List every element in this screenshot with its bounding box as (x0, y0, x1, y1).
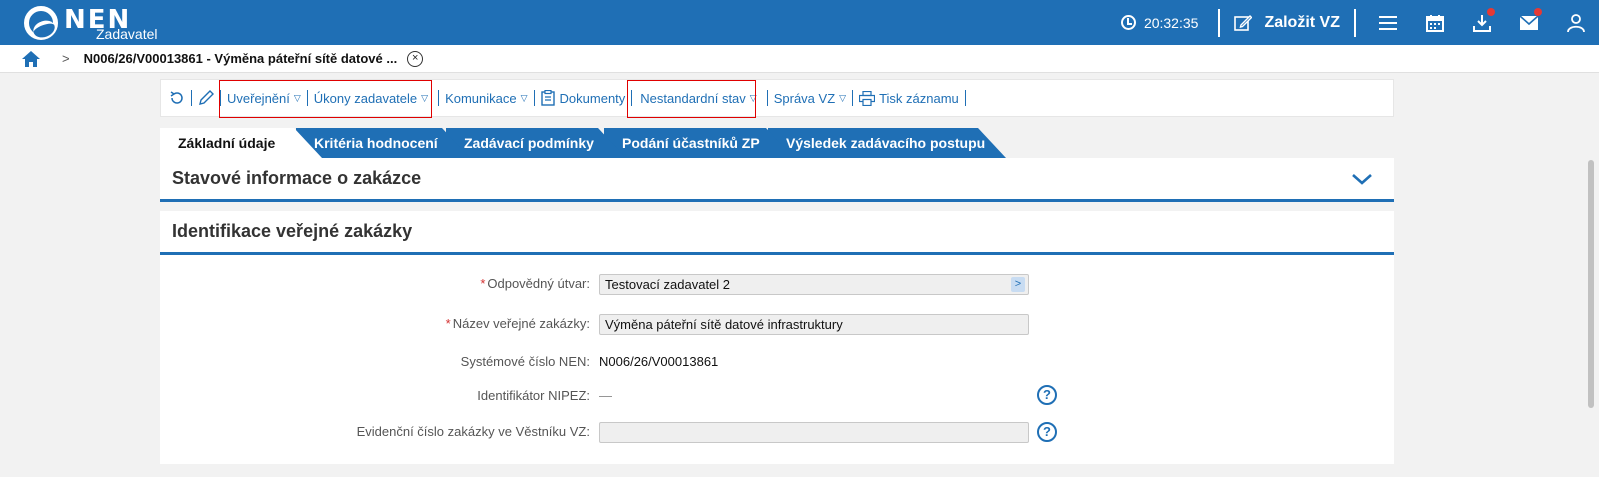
nipez-value: — (599, 388, 612, 403)
tab-basic-data[interactable]: Základní údaje (160, 128, 322, 158)
divider (1354, 8, 1356, 37)
breadcrumb: > N006/26/V00013861 - Výměna páteřní sít… (0, 45, 1599, 73)
vz-management-menu[interactable]: Správa VZ ▽ (768, 80, 852, 116)
section-title: Stavové informace o zakázce (172, 168, 422, 188)
field-value: Testovací zadavatel 2 (605, 277, 731, 292)
chevron-right-icon: > (62, 51, 70, 66)
required-mark: * (445, 316, 451, 331)
label-text: Odpovědný útvar: (487, 276, 590, 291)
pencil-icon (199, 90, 214, 105)
journal-number-label: Evidenční číslo zakázky ve Věstníku VZ: (356, 424, 590, 439)
tab-contract-details[interactable]: Výsledek zadávacího postupu (768, 128, 1006, 158)
help-icon[interactable]: ? (1037, 422, 1057, 442)
highlight-box (627, 80, 756, 118)
section-title: Identifikace veřejné zakázky (172, 221, 413, 241)
print-record-label: Tisk záznamu (879, 90, 959, 106)
user-icon[interactable] (1552, 0, 1599, 45)
tab-criteria[interactable]: Kritéria hodnocení (296, 128, 470, 158)
tab-bids[interactable]: Podání účastníků ZP (604, 128, 794, 158)
logo-icon (24, 6, 58, 40)
print-record-button[interactable]: Tisk záznamu (853, 80, 965, 116)
edit-icon (1234, 14, 1253, 31)
vz-management-label: Správa VZ (773, 90, 836, 106)
nipez-label: Identifikátor NIPEZ: (477, 388, 590, 403)
edit-button[interactable] (192, 80, 220, 116)
action-toolbar: Uveřejnění ▽ Úkony zadavatele ▽ Komunikace… (160, 79, 1394, 118)
refresh-icon (170, 91, 183, 104)
breadcrumb-title[interactable]: N006/26/V00013861 - Výměna páteřní sítě … (84, 51, 398, 66)
create-contract-label: Založit VZ (1264, 13, 1340, 31)
scrollbar[interactable] (1588, 160, 1594, 408)
notification-dot (1534, 8, 1542, 16)
calendar-icon[interactable] (1411, 0, 1458, 45)
contract-name-field[interactable]: Výměna páteřní sítě datové infrastruktur… (599, 314, 1029, 335)
chevron-down-icon[interactable] (1352, 169, 1372, 189)
tab-label: Podání účastníků ZP (622, 135, 760, 151)
journal-number-field[interactable] (599, 422, 1029, 443)
identification-panel: Identifikace veřejné zakázky (160, 211, 1394, 255)
create-contract-button[interactable]: Založit VZ (1228, 14, 1346, 32)
tab-conditions[interactable]: Zadávací podmínky (446, 128, 626, 158)
communication-label: Komunikace (445, 90, 517, 106)
status-info-heading: Stavové informace o zakázce (160, 158, 1394, 202)
identification-heading: Identifikace veřejné zakázky (160, 211, 1394, 255)
system-number-row: Systémové číslo NEN: N006/26/V00013861 (160, 346, 1394, 376)
documents-button[interactable]: Dokumenty (535, 80, 632, 116)
journal-number-row: Evidenční číslo zakázky ve Věstníku VZ: … (160, 422, 1394, 452)
mail-icon[interactable] (1505, 0, 1552, 45)
tab-label: Kritéria hodnocení (314, 135, 438, 151)
label-text: Název veřejné zakázky: (452, 316, 590, 331)
nipez-row: Identifikátor NIPEZ: — ? (160, 380, 1394, 410)
tab-label: Základní údaje (178, 135, 276, 151)
divider (1218, 8, 1221, 37)
help-icon[interactable]: ? (1037, 385, 1057, 405)
session-time: 20:32:35 (1143, 14, 1199, 31)
tab-label: Zadávací podmínky (464, 135, 594, 151)
required-mark: * (480, 276, 486, 291)
clock-icon (1120, 15, 1136, 30)
contract-name-label: * Název veřejné zakázky: (446, 316, 590, 331)
tab-label: Výsledek zadávacího postupu (786, 135, 986, 151)
tab-bar: Výsledek zadávacího postupu Podání účast… (160, 128, 1060, 158)
refresh-button[interactable] (161, 80, 191, 116)
responsible-unit-field[interactable]: Testovací zadavatel 2 > (599, 274, 1029, 295)
divider (964, 90, 966, 106)
printer-icon (859, 90, 876, 106)
field-value: Výměna páteřní sítě datové infrastruktur… (605, 317, 843, 332)
clipboard-icon (540, 90, 555, 106)
status-info-panel[interactable]: Stavové informace o zakázce (160, 158, 1394, 202)
communication-menu[interactable]: Komunikace ▽ (439, 80, 533, 116)
system-number-label: Systémové číslo NEN: (460, 354, 590, 369)
top-bar: NEN Zadavatel 20:32:35 Založit VZ (0, 0, 1599, 45)
contract-name-row: * Název veřejné zakázky: Výměna páteřní s… (160, 314, 1394, 344)
dropdown-icon: ▽ (520, 92, 528, 103)
responsible-unit-row: * Odpovědný útvar: Testovací zadavatel 2 … (160, 274, 1394, 304)
dropdown-icon: ▽ (839, 92, 847, 103)
documents-label: Dokumenty (559, 90, 626, 106)
close-icon[interactable]: × (407, 50, 424, 67)
menu-icon[interactable] (1364, 0, 1411, 45)
logo-subtitle: Zadavatel (96, 26, 158, 42)
chevron-right-icon[interactable]: > (1011, 277, 1025, 292)
highlight-box (219, 80, 432, 118)
home-icon[interactable] (22, 50, 40, 68)
session-timer: 20:32:35 (1120, 14, 1211, 31)
download-icon[interactable] (1458, 0, 1505, 45)
notification-dot (1487, 8, 1495, 16)
responsible-unit-label: * Odpovědný útvar: (480, 276, 590, 291)
system-number-value: N006/26/V00013861 (599, 354, 719, 369)
